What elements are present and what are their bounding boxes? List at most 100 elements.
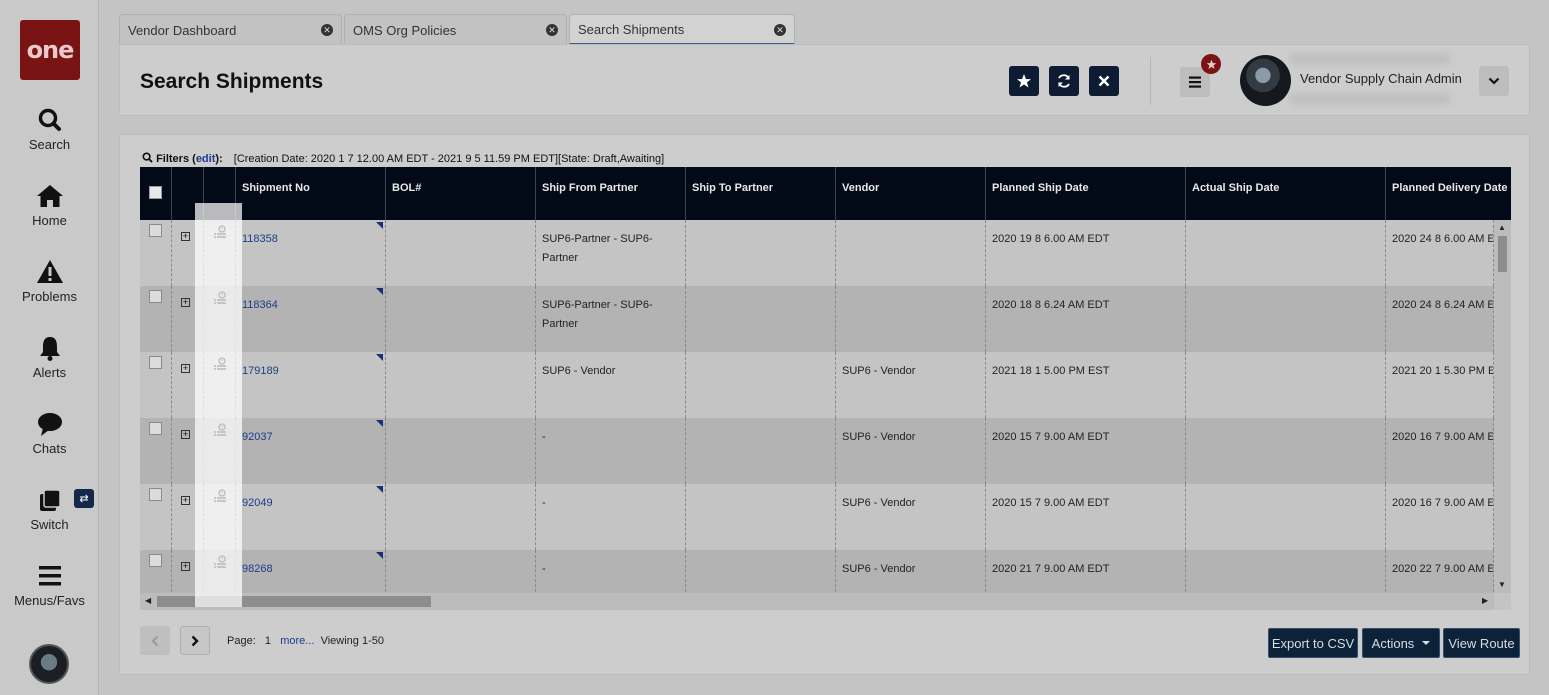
tab-label: Vendor Dashboard bbox=[128, 22, 237, 38]
vertical-scroll-thumb[interactable] bbox=[1498, 236, 1507, 272]
sidebar-item-problems[interactable]: Problems bbox=[0, 259, 99, 304]
table-row[interactable]: +179189 SUP6 - Vendor SUP6 - Vendor 2021 18… bbox=[140, 352, 1494, 418]
column-header-planned-delivery-date[interactable]: Planned Delivery Date bbox=[1386, 167, 1511, 220]
cell-text: 2020 16 7 9.00 AM E bbox=[1392, 497, 1494, 509]
shipment-no-link[interactable]: 92037 bbox=[242, 431, 273, 443]
expand-icon[interactable]: + bbox=[181, 298, 190, 307]
close-icon[interactable]: ✕ bbox=[774, 24, 786, 36]
ship-to-cell bbox=[686, 220, 836, 286]
expand-icon[interactable]: + bbox=[181, 232, 190, 241]
sidebar-item-home[interactable]: Home bbox=[0, 183, 99, 228]
ship-to-cell bbox=[686, 484, 836, 550]
home-icon bbox=[35, 183, 65, 209]
cell-text: SUP6 - Vendor bbox=[842, 497, 916, 509]
expand-icon[interactable]: + bbox=[181, 562, 190, 571]
column-header-actual-ship-date[interactable]: Actual Ship Date bbox=[1186, 167, 1386, 220]
filters-bar: Filters (edit): [Creation Date: 2020 1 7… bbox=[142, 152, 664, 165]
actual-ship-date-cell bbox=[1186, 286, 1386, 352]
app-logo[interactable]: one bbox=[20, 20, 80, 80]
switch-icon bbox=[35, 487, 65, 513]
close-page-button[interactable] bbox=[1089, 66, 1119, 96]
corner-indicator-icon bbox=[376, 486, 383, 493]
sidebar-item-menus-favs[interactable]: Menus/Favs bbox=[0, 563, 99, 608]
expand-icon[interactable]: + bbox=[181, 496, 190, 505]
view-route-button[interactable]: View Route bbox=[1443, 628, 1520, 658]
actual-ship-date-cell bbox=[1186, 418, 1386, 484]
table-row[interactable]: +92049 - SUP6 - Vendor 2020 15 7 9.00 AM ED… bbox=[140, 484, 1494, 550]
column-header-bol[interactable]: BOL# bbox=[386, 167, 536, 220]
ship-from-cell: SUP6-Partner - SUP6-Partner bbox=[536, 286, 686, 352]
table-row[interactable]: +118364 SUP6-Partner - SUP6-Partner 2020 1… bbox=[140, 286, 1494, 352]
row-checkbox[interactable] bbox=[149, 224, 162, 237]
table-row[interactable]: +92037 - SUP6 - Vendor 2020 15 7 9.00 AM ED… bbox=[140, 418, 1494, 484]
planned-delivery-date-cell: 2020 24 8 6.24 AM E bbox=[1386, 286, 1494, 352]
previous-page-button[interactable] bbox=[140, 626, 170, 655]
row-select-cell bbox=[140, 418, 172, 484]
scroll-right-icon[interactable]: ▶ bbox=[1482, 596, 1488, 605]
actions-dropdown-button[interactable]: Actions bbox=[1362, 628, 1440, 658]
favorites-badge[interactable] bbox=[1201, 54, 1221, 74]
scroll-down-icon[interactable]: ▼ bbox=[1498, 580, 1506, 589]
column-header-ship-from-partner[interactable]: Ship From Partner bbox=[536, 167, 686, 220]
search-icon bbox=[35, 107, 65, 133]
shipment-no-link[interactable]: 98268 bbox=[242, 563, 273, 575]
shipment-no-cell: 118364 bbox=[236, 286, 386, 352]
shipment-no-link[interactable]: 118364 bbox=[242, 299, 278, 311]
cell-text: SUP6-Partner - SUP6-Partner bbox=[542, 233, 653, 264]
column-header-vendor[interactable]: Vendor bbox=[836, 167, 986, 220]
filters-edit-link[interactable]: edit bbox=[196, 153, 216, 165]
left-sidebar: one Search Home Problems Alerts Chats Sw… bbox=[0, 0, 99, 695]
viewing-range: Viewing 1-50 bbox=[320, 635, 384, 647]
user-org-redacted bbox=[1290, 93, 1450, 105]
shipment-no-link[interactable]: 179189 bbox=[242, 365, 279, 377]
user-menu-toggle[interactable] bbox=[1479, 66, 1509, 96]
horizontal-scrollbar[interactable]: ◀ ▶ bbox=[140, 593, 1494, 610]
row-checkbox[interactable] bbox=[149, 488, 162, 501]
column-header-ship-to-partner[interactable]: Ship To Partner bbox=[686, 167, 836, 220]
scroll-left-icon[interactable]: ◀ bbox=[145, 596, 151, 605]
sidebar-item-alerts[interactable]: Alerts bbox=[0, 335, 99, 380]
user-avatar[interactable] bbox=[1240, 55, 1291, 106]
next-page-button[interactable] bbox=[180, 626, 210, 655]
scroll-up-icon[interactable]: ▲ bbox=[1498, 223, 1506, 232]
vendor-cell bbox=[836, 286, 986, 352]
row-checkbox[interactable] bbox=[149, 290, 162, 303]
planned-ship-date-cell: 2021 18 1 5.00 PM EST bbox=[986, 352, 1186, 418]
cell-text: 2020 15 7 9.00 AM EDT bbox=[992, 497, 1110, 509]
cell-text: 2020 18 8 6.24 AM EDT bbox=[992, 299, 1110, 311]
more-pages-link[interactable]: more... bbox=[280, 635, 314, 647]
favorite-button[interactable] bbox=[1009, 66, 1039, 96]
export-csv-button[interactable]: Export to CSV bbox=[1268, 628, 1358, 658]
column-header-planned-ship-date[interactable]: Planned Ship Date bbox=[986, 167, 1186, 220]
sidebar-item-chats[interactable]: Chats bbox=[0, 411, 99, 456]
close-icon[interactable]: ✕ bbox=[321, 24, 333, 36]
sidebar-item-search[interactable]: Search bbox=[0, 107, 99, 152]
expand-icon[interactable]: + bbox=[181, 430, 190, 439]
tab-bar: Vendor Dashboard ✕ OMS Org Policies ✕ Se… bbox=[119, 14, 797, 45]
switch-badge[interactable]: ⇄ bbox=[74, 489, 94, 508]
row-select-cell bbox=[140, 286, 172, 352]
actual-ship-date-cell bbox=[1186, 484, 1386, 550]
corner-indicator-icon bbox=[376, 420, 383, 427]
shipment-no-cell: 92037 bbox=[236, 418, 386, 484]
column-header-shipment-no[interactable]: Shipment No bbox=[236, 167, 386, 220]
expand-icon[interactable]: + bbox=[181, 364, 190, 373]
row-checkbox[interactable] bbox=[149, 554, 162, 567]
shipment-no-link[interactable]: 92049 bbox=[242, 497, 273, 509]
close-icon[interactable]: ✕ bbox=[546, 24, 558, 36]
sidebar-avatar[interactable] bbox=[29, 644, 69, 684]
planned-ship-date-cell: 2020 18 8 6.24 AM EDT bbox=[986, 286, 1186, 352]
table-row[interactable]: +118358 SUP6-Partner - SUP6-Partner 2020 1… bbox=[140, 220, 1494, 286]
cell-text: 2020 15 7 9.00 AM EDT bbox=[992, 431, 1110, 443]
corner-indicator-icon bbox=[376, 222, 383, 229]
tab-search-shipments[interactable]: Search Shipments ✕ bbox=[569, 14, 795, 45]
select-all-checkbox[interactable] bbox=[149, 186, 162, 199]
bol-cell bbox=[386, 352, 536, 418]
refresh-button[interactable] bbox=[1049, 66, 1079, 96]
vertical-scrollbar[interactable]: ▲ ▼ bbox=[1494, 220, 1511, 593]
row-checkbox[interactable] bbox=[149, 356, 162, 369]
shipment-no-link[interactable]: 118358 bbox=[242, 233, 278, 245]
tab-vendor-dashboard[interactable]: Vendor Dashboard ✕ bbox=[119, 14, 342, 45]
row-checkbox[interactable] bbox=[149, 422, 162, 435]
tab-oms-org-policies[interactable]: OMS Org Policies ✕ bbox=[344, 14, 567, 45]
